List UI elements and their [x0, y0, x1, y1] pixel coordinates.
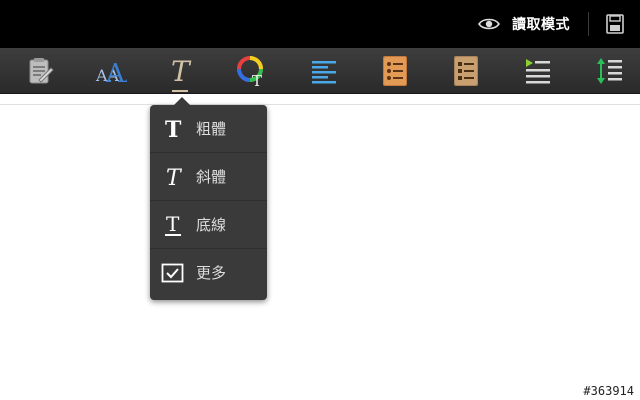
header-divider	[588, 12, 589, 36]
menu-item-italic[interactable]: T 斜體	[150, 153, 267, 201]
svg-text:T: T	[165, 118, 182, 140]
watermark-text: #363914	[583, 384, 634, 398]
svg-text:T: T	[252, 72, 262, 87]
bulleted-list-icon	[383, 55, 407, 86]
formatting-toolbar: AA AA T T	[0, 48, 640, 94]
align-left-icon	[312, 60, 336, 83]
numbered-list-icon	[454, 55, 478, 86]
text-style-icon: T	[171, 56, 192, 86]
svg-text:T: T	[171, 56, 192, 86]
text-color-icon: T	[237, 55, 263, 87]
svg-text:T: T	[166, 213, 180, 236]
align-left-button[interactable]	[304, 53, 344, 88]
popover-caret	[174, 97, 190, 105]
font-size-icon: AA AA	[95, 59, 127, 86]
edit-document-button[interactable]	[20, 53, 60, 88]
svg-text:AA: AA	[105, 59, 127, 86]
text-style-button[interactable]: T	[160, 53, 200, 92]
svg-text:T: T	[166, 166, 183, 188]
menu-item-underline[interactable]: T 底線	[150, 201, 267, 249]
document-rule	[0, 104, 640, 105]
save-icon[interactable]	[604, 14, 626, 34]
text-style-menu: T 粗體 T 斜體 T 底線 更多	[150, 97, 267, 300]
indent-button[interactable]	[518, 53, 558, 88]
bulleted-list-button[interactable]	[375, 53, 415, 88]
menu-item-bold[interactable]: T 粗體	[150, 105, 267, 153]
text-color-button[interactable]: T	[232, 53, 272, 88]
top-bar: 讀取模式	[0, 0, 640, 48]
checkbox-icon	[150, 249, 196, 296]
menu-item-label: 底線	[196, 216, 227, 234]
line-spacing-button[interactable]	[590, 53, 630, 88]
read-mode-label: 讀取模式	[512, 17, 570, 33]
menu-item-label: 斜體	[196, 168, 227, 186]
underline-icon: T	[150, 201, 196, 248]
line-spacing-icon	[597, 57, 622, 84]
read-mode-button[interactable]: 讀取模式	[478, 0, 570, 48]
italic-icon: T	[150, 153, 196, 200]
indent-icon	[526, 58, 550, 83]
menu-item-more[interactable]: 更多	[150, 249, 267, 296]
edit-document-icon	[29, 57, 54, 83]
menu-item-label: 更多	[196, 264, 227, 282]
bold-icon: T	[150, 105, 196, 152]
numbered-list-button[interactable]	[446, 53, 486, 88]
font-size-button[interactable]: AA AA	[90, 53, 130, 88]
menu-item-label: 粗體	[196, 120, 227, 138]
eye-icon	[478, 18, 500, 30]
